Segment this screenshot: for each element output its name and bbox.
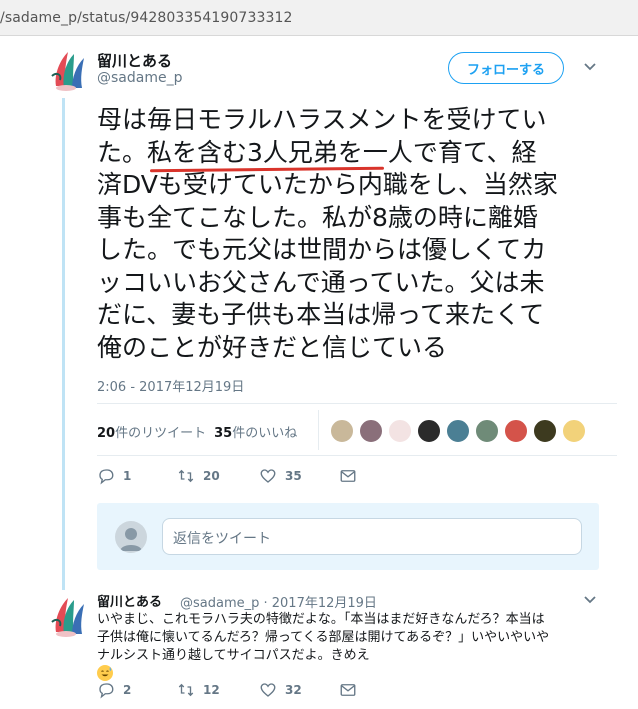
reply-line: 子供は俺に懐いてるんだろ？帰ってくる部屋は開けてあるぞ？」いやいやいや (97, 630, 550, 645)
reply-count: 2 (123, 683, 132, 697)
like-count: 32 (285, 683, 302, 697)
envelope-icon (340, 684, 356, 696)
reply-author-name[interactable]: 留川とある (97, 591, 162, 610)
retweet-button[interactable]: 12 (177, 681, 220, 699)
liker-avatar[interactable] (475, 419, 499, 443)
message-button[interactable] (339, 467, 357, 485)
author-name[interactable]: 留川とある (97, 50, 172, 71)
tweet-stats: 20件のリツイート 35件のいいね (97, 422, 297, 441)
liker-avatar[interactable] (388, 419, 412, 443)
message-button[interactable] (339, 681, 357, 699)
stats-separator (318, 410, 319, 450)
chevron-down-icon[interactable] (583, 593, 597, 609)
retweet-count-label[interactable]: 件のリツイート (115, 426, 206, 441)
sweat-smile-emoji-icon (97, 665, 113, 681)
liker-avatar[interactable] (359, 419, 383, 443)
avatar-illustration (46, 592, 94, 640)
heart-icon (260, 683, 276, 697)
retweet-button[interactable]: 20 (177, 467, 220, 485)
reply-line: いやまじ、これモラハラ夫の特徴だよな。「本当はまだ好きなんだろ？本当は (97, 612, 545, 627)
tweet-line: 事も全てこなした。私が8歳の時に離婚 (97, 202, 538, 232)
retweet-icon (178, 683, 194, 697)
tweet-text: 母は毎日モラルハラスメントを受けてい た。私を含む3人兄弟を一人で育て、経 済D… (97, 104, 617, 364)
reply-icon (99, 683, 114, 699)
like-count[interactable]: 35 (214, 426, 232, 441)
envelope-icon (340, 470, 356, 482)
tweet-line: した。でも元父は世間からは優しくてカ (97, 235, 547, 264)
reply-icon (99, 469, 114, 485)
tweet-line: ッコいいお父さんで通っていた。父は未 (97, 267, 545, 297)
reply-count: 1 (123, 469, 132, 483)
reply-button[interactable]: 2 (97, 681, 131, 699)
like-button[interactable]: 32 (259, 681, 302, 699)
retweet-count[interactable]: 20 (97, 426, 115, 441)
reply-compose-box: 返信をツイート (97, 503, 599, 570)
retweet-icon (178, 469, 194, 483)
like-button[interactable]: 35 (259, 467, 302, 485)
tweet-line: 母は毎日モラルハラスメントを受けてい (97, 105, 547, 134)
liker-avatar[interactable] (446, 419, 470, 443)
liker-avatar[interactable] (533, 419, 557, 443)
retweet-count: 20 (203, 469, 220, 483)
tweet-line: た。私を含む3人兄弟を一人で育て、経 (97, 137, 537, 167)
retweet-count: 12 (203, 683, 220, 697)
tweet-timestamp[interactable]: 2:06 - 2017年12月19日 (97, 376, 244, 395)
reply-text: いやまじ、これモラハラ夫の特徴だよな。「本当はまだ好きなんだろ？本当は 子供は俺… (97, 611, 617, 681)
heart-icon (260, 469, 276, 483)
reply-line-with-emoji: ナルシスト通り越してサイコパスだよ。きめえ (97, 647, 617, 681)
browser-url-bar[interactable]: /sadame_p/status/942803354190733312 (0, 0, 638, 36)
like-count: 35 (285, 469, 302, 483)
chevron-down-icon[interactable] (583, 60, 597, 76)
thread-line (62, 98, 65, 590)
avatar[interactable] (46, 46, 94, 94)
reply-button[interactable]: 1 (97, 467, 131, 485)
reply-input[interactable]: 返信をツイート (162, 518, 582, 555)
default-avatar-icon (115, 521, 147, 553)
tweet-line: だに、妻も子供も本当は帰って来たくて (97, 300, 545, 329)
liker-avatar[interactable] (562, 419, 586, 443)
avatar-illustration (46, 46, 94, 94)
reply-line: ナルシスト通り越してサイコパスだよ。きめえ (97, 648, 370, 663)
follow-button[interactable]: フォローする (448, 52, 564, 84)
divider (97, 455, 617, 456)
liker-avatar[interactable] (417, 419, 441, 443)
like-count-label[interactable]: 件のいいね (232, 426, 297, 441)
url-text: /sadame_p/status/942803354190733312 (0, 10, 293, 26)
tweet-line: 済DVも受けていたから内職をし、当然家 (97, 170, 558, 199)
author-handle[interactable]: @sadame_p (97, 70, 182, 86)
avatar[interactable] (46, 592, 94, 640)
divider (97, 403, 617, 404)
reply-meta[interactable]: @sadame_p · 2017年12月19日 (180, 592, 377, 611)
liker-avatar[interactable] (504, 419, 528, 443)
liker-avatar[interactable] (330, 419, 354, 443)
tweet-line: 俺のことが好きだと信じている (97, 332, 448, 362)
